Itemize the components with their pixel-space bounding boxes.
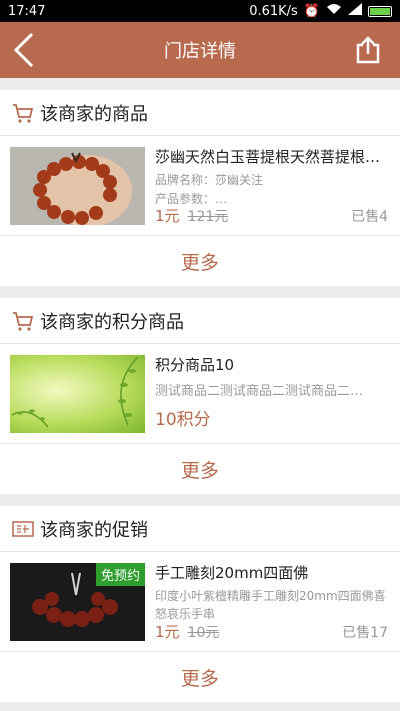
- product-price: 1元: [155, 206, 180, 225]
- points-product-info: 积分商品10 测试商品二测试商品二测试商品二… 10积分: [155, 354, 390, 434]
- alarm-icon: ⏰: [303, 3, 320, 19]
- coupon-icon: [12, 518, 34, 540]
- points-product-image: [10, 354, 145, 433]
- status-right: 0.61K/s ⏰: [249, 3, 392, 19]
- section-header: 该商家的促销: [0, 506, 400, 552]
- product-old-price: 121元: [187, 208, 229, 225]
- promo-badge: 免预约: [95, 562, 145, 586]
- more-products-button[interactable]: 更多: [0, 236, 400, 286]
- product-image: [10, 146, 145, 225]
- status-bar: 17:47 0.61K/s ⏰: [0, 0, 400, 22]
- points-product-desc: 测试商品二测试商品二测试商品二…: [155, 383, 364, 399]
- more-promotions-button[interactable]: 更多: [0, 652, 400, 702]
- promo-price: 1元: [155, 622, 180, 641]
- price-row: 1元 10元 已售17: [155, 621, 388, 642]
- promo-old-price: 10元: [187, 624, 220, 641]
- product-info: 莎幽天然白玉菩提根天然菩提根… 品牌名称：莎幽关注 产品参数：… 1元 121元…: [155, 146, 390, 226]
- section-title: 该商家的积分商品: [40, 311, 184, 333]
- back-arrow-icon[interactable]: [12, 32, 40, 68]
- price-row: 1元 121元 已售4: [155, 205, 388, 226]
- navbar: 门店详情: [0, 22, 400, 78]
- product-name: 莎幽天然白玉菩提根天然菩提根…: [155, 147, 381, 166]
- promo-info: 手工雕刻20mm四面佛 印度小叶紫檀精雕手工雕刻20mm四面佛喜怒哀乐手串 1元…: [155, 562, 390, 642]
- status-time: 17:47: [8, 3, 46, 19]
- wifi-icon: [326, 3, 342, 19]
- page-title: 门店详情: [164, 41, 236, 62]
- divider: [0, 78, 400, 90]
- section-points-products: 该商家的积分商品 积分商品10 测试商品二测试商品二测试商品二… 10积分 更多: [0, 298, 400, 494]
- product-item[interactable]: 莎幽天然白玉菩提根天然菩提根… 品牌名称：莎幽关注 产品参数：… 1元 121元…: [0, 136, 400, 236]
- promo-desc: 印度小叶紫檀精雕手工雕刻20mm四面佛喜怒哀乐手串: [155, 588, 386, 621]
- points-product-points: 10积分: [155, 409, 211, 430]
- signal-icon: [348, 3, 362, 19]
- promo-sold: 已售17: [342, 624, 388, 641]
- divider: [0, 494, 400, 506]
- content: 该商家的商品 莎幽天然白玉菩提根天然菩提根… 品牌名称：莎幽关注 产品参数：… …: [0, 78, 400, 702]
- section-title: 该商家的商品: [40, 103, 148, 125]
- more-points-products-button[interactable]: 更多: [0, 444, 400, 494]
- section-promotions: 该商家的促销 免预约 手工雕刻20mm四面佛 印度小叶紫檀精雕手工雕刻20mm四…: [0, 506, 400, 702]
- section-header: 该商家的商品: [0, 90, 400, 136]
- share-icon[interactable]: [354, 36, 382, 64]
- promo-name: 手工雕刻20mm四面佛: [155, 563, 309, 582]
- divider: [0, 286, 400, 298]
- promo-item[interactable]: 免预约 手工雕刻20mm四面佛 印度小叶紫檀精雕手工雕刻20mm四面佛喜怒哀乐手…: [0, 552, 400, 652]
- section-title: 该商家的促销: [40, 519, 148, 541]
- product-brand: 品牌名称：莎幽关注: [155, 172, 264, 187]
- battery-icon: [368, 5, 392, 17]
- points-product-item[interactable]: 积分商品10 测试商品二测试商品二测试商品二… 10积分: [0, 344, 400, 444]
- cart-icon: [12, 310, 34, 332]
- section-products: 该商家的商品 莎幽天然白玉菩提根天然菩提根… 品牌名称：莎幽关注 产品参数：… …: [0, 90, 400, 286]
- cart-icon: [12, 102, 34, 124]
- product-sold: 已售4: [351, 208, 388, 225]
- section-header: 该商家的积分商品: [0, 298, 400, 344]
- network-speed: 0.61K/s: [249, 3, 298, 19]
- points-product-name: 积分商品10: [155, 355, 235, 374]
- promo-image: 免预约: [10, 562, 145, 641]
